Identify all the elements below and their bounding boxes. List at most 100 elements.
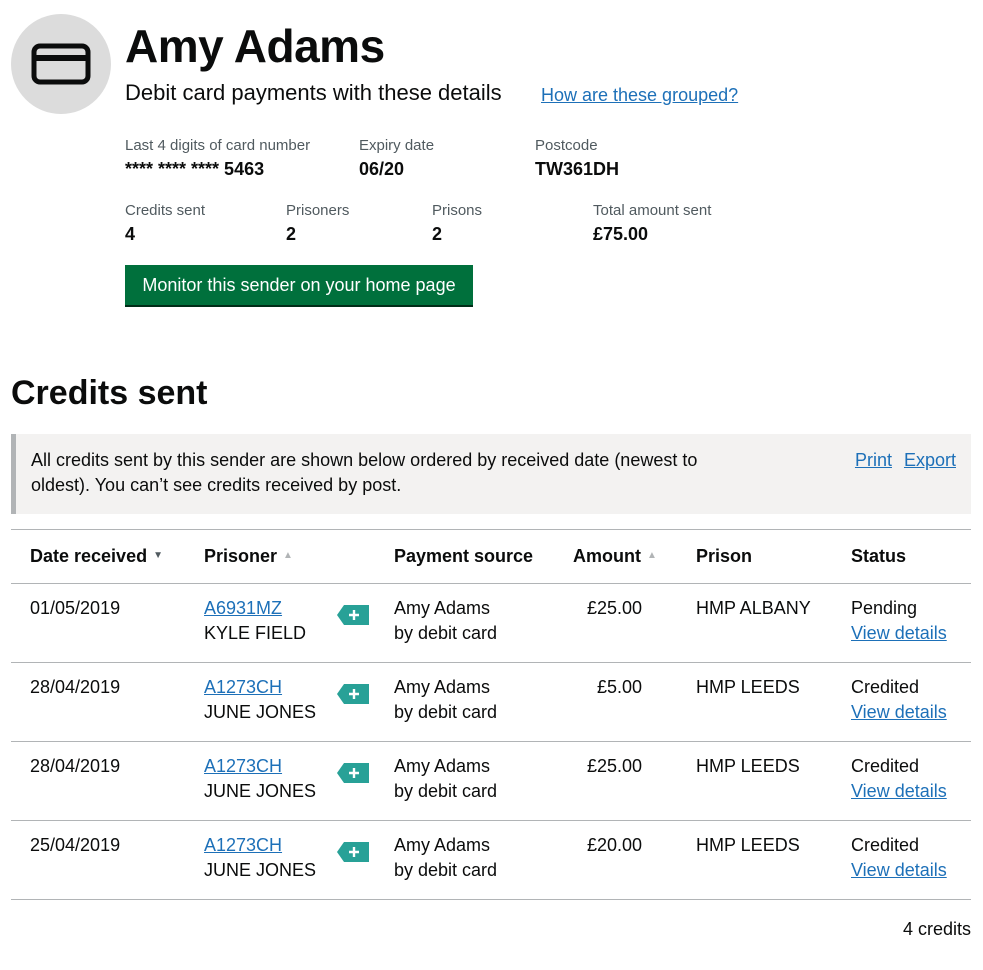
header-amount-label: Amount <box>573 546 641 566</box>
sender-avatar <box>11 14 111 114</box>
prisoner-number-link[interactable]: A1273CH <box>204 756 282 776</box>
row-payment-source: Amy Adams by debit card <box>394 833 497 883</box>
row-status: Credited View details <box>851 833 947 883</box>
source-name: Amy Adams <box>394 756 491 776</box>
row-status: Pending View details <box>851 596 947 646</box>
row-prison: HMP ALBANY <box>696 598 811 618</box>
table-header: Date received ▼ Prisoner ▲ Payment sourc… <box>11 529 971 584</box>
source-method: by debit card <box>394 702 498 722</box>
row-prisoner: A1273CH JUNE JONES <box>204 754 316 804</box>
total-amount-label: Total amount sent <box>593 202 712 219</box>
monitor-sender-button[interactable]: Monitor this sender on your home page <box>125 265 473 305</box>
sort-ascending-icon: ▲ <box>283 550 293 561</box>
source-name: Amy Adams <box>394 598 491 618</box>
total-amount-stat: Total amount sent £75.00 <box>593 201 711 246</box>
table-row: 25/04/2019 A1273CH JUNE JONES Amy Adams … <box>11 821 971 900</box>
header-payment-source: Payment source <box>394 545 533 567</box>
notice-actions: Print Export <box>855 448 956 473</box>
postcode-value: TW361DH <box>535 159 620 179</box>
credits-table: Date received ▼ Prisoner ▲ Payment sourc… <box>11 529 971 900</box>
print-link[interactable]: Print <box>855 448 892 473</box>
credits-section-title: Credits sent <box>11 374 208 412</box>
row-amount: £5.00 <box>596 677 642 697</box>
sender-name: Amy Adams <box>125 20 385 72</box>
row-prison: HMP LEEDS <box>696 756 800 776</box>
header-prison-label: Prison <box>696 546 753 566</box>
row-prison: HMP LEEDS <box>696 677 800 697</box>
prisons-stat: Prisons 2 <box>432 201 482 246</box>
add-tag-icon[interactable] <box>336 841 370 863</box>
row-payment-source: Amy Adams by debit card <box>394 596 497 646</box>
header-date-label: Date received <box>30 546 148 566</box>
expiry-stat: Expiry date 06/20 <box>359 136 434 181</box>
credits-sent-stat: Credits sent 4 <box>125 201 205 246</box>
credits-notice: All credits sent by this sender are show… <box>11 434 971 514</box>
how-grouped-link[interactable]: How are these grouped? <box>541 83 738 107</box>
source-method: by debit card <box>394 623 498 643</box>
header-prisoner-label: Prisoner <box>204 546 278 566</box>
row-date: 28/04/2019 <box>30 756 121 776</box>
row-payment-source: Amy Adams by debit card <box>394 675 497 725</box>
add-tag-icon[interactable] <box>336 604 370 626</box>
view-details-link[interactable]: View details <box>851 623 947 643</box>
row-date: 01/05/2019 <box>30 598 121 618</box>
row-date: 25/04/2019 <box>30 835 121 855</box>
last4-value: **** **** **** 5463 <box>125 159 265 179</box>
source-name: Amy Adams <box>394 835 491 855</box>
postcode-stat: Postcode TW361DH <box>535 136 619 181</box>
expiry-value: 06/20 <box>359 159 405 179</box>
status-text: Credited <box>851 835 920 855</box>
credits-sent-value: 4 <box>125 224 136 244</box>
prisoners-label: Prisoners <box>286 202 350 219</box>
header-prison: Prison <box>696 545 752 567</box>
last4-stat: Last 4 digits of card number **** **** *… <box>125 136 310 181</box>
view-details-link[interactable]: View details <box>851 781 947 801</box>
row-status: Credited View details <box>851 754 947 804</box>
prisoner-name: JUNE JONES <box>204 781 317 801</box>
last4-label: Last 4 digits of card number <box>125 137 311 154</box>
row-amount: £25.00 <box>586 756 642 776</box>
sort-ascending-icon: ▲ <box>646 550 657 561</box>
row-payment-source: Amy Adams by debit card <box>394 754 497 804</box>
table-row: 28/04/2019 A1273CH JUNE JONES Amy Adams … <box>11 742 971 821</box>
credits-sent-label: Credits sent <box>125 202 206 219</box>
prisoner-number-link[interactable]: A1273CH <box>204 835 282 855</box>
header-date-received[interactable]: Date received ▼ <box>30 545 163 567</box>
debit-card-icon <box>31 43 91 85</box>
header-status: Status <box>851 545 906 567</box>
table-row: 01/05/2019 A6931MZ KYLE FIELD Amy Adams … <box>11 584 971 663</box>
source-method: by debit card <box>394 781 498 801</box>
export-link[interactable]: Export <box>904 448 956 473</box>
source-method: by debit card <box>394 860 498 880</box>
row-prisoner: A1273CH JUNE JONES <box>204 833 316 883</box>
status-text: Credited <box>851 677 920 697</box>
source-name: Amy Adams <box>394 677 491 697</box>
prisoners-value: 2 <box>286 224 297 244</box>
add-tag-icon[interactable] <box>336 683 370 705</box>
row-status: Credited View details <box>851 675 947 725</box>
postcode-label: Postcode <box>535 137 598 154</box>
row-date: 28/04/2019 <box>30 677 121 697</box>
status-text: Credited <box>851 756 920 776</box>
prisoner-number-link[interactable]: A1273CH <box>204 677 282 697</box>
row-prisoner: A1273CH JUNE JONES <box>204 675 316 725</box>
sender-subtitle: Debit card payments with these details <box>125 80 502 105</box>
prisoner-number-link[interactable]: A6931MZ <box>204 598 282 618</box>
view-details-link[interactable]: View details <box>851 860 947 880</box>
row-prison: HMP LEEDS <box>696 835 800 855</box>
table-row: 28/04/2019 A1273CH JUNE JONES Amy Adams … <box>11 663 971 742</box>
prisons-label: Prisons <box>432 202 483 219</box>
total-amount-value: £75.00 <box>593 224 649 244</box>
prisoner-name: JUNE JONES <box>204 860 317 880</box>
prisoner-name: KYLE FIELD <box>204 623 307 643</box>
header-source-label: Payment source <box>394 546 534 566</box>
header-prisoner[interactable]: Prisoner ▲ <box>204 545 293 567</box>
credits-count: 4 credits <box>902 919 971 939</box>
add-tag-icon[interactable] <box>336 762 370 784</box>
header-amount[interactable]: Amount ▲ <box>573 545 657 567</box>
header-status-label: Status <box>851 546 907 566</box>
expiry-label: Expiry date <box>359 137 435 154</box>
prisons-value: 2 <box>432 224 443 244</box>
row-prisoner: A6931MZ KYLE FIELD <box>204 596 306 646</box>
view-details-link[interactable]: View details <box>851 702 947 722</box>
